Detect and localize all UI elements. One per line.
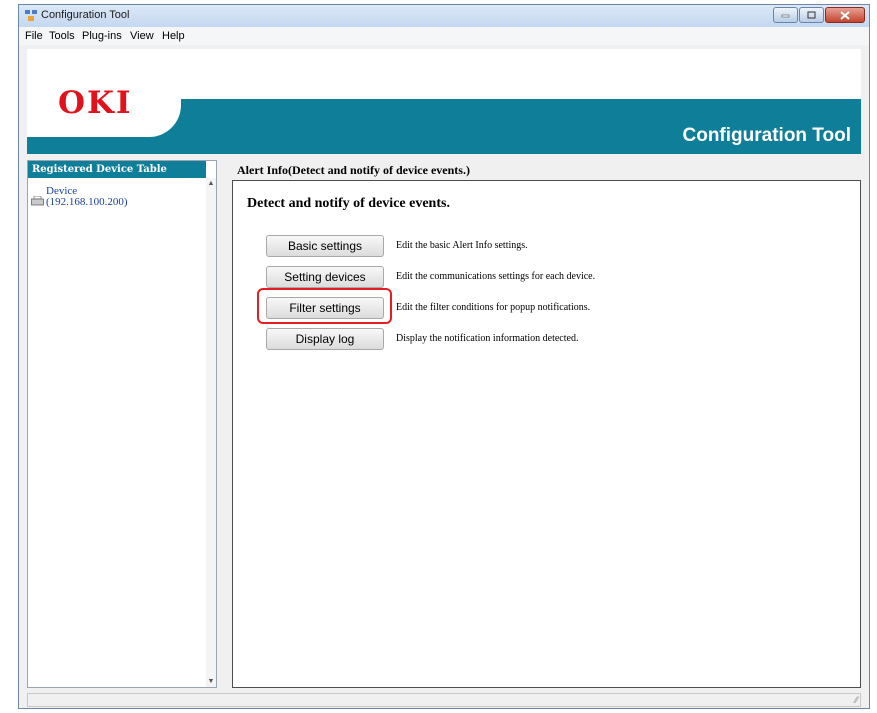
minimize-icon: [781, 14, 790, 18]
window-title: Configuration Tool: [41, 9, 130, 21]
setting-devices-button[interactable]: Setting devices: [266, 266, 384, 288]
minimize-button[interactable]: [773, 7, 798, 23]
panel-heading: Detect and notify of device events.: [247, 196, 450, 211]
device-table-header: Registered Device Table: [28, 161, 206, 178]
alert-info-panel: Detect and notify of device events. Basi…: [232, 180, 861, 688]
content-title: Alert Info(Detect and notify of device e…: [237, 163, 470, 177]
basic-settings-description: Edit the basic Alert Info settings.: [396, 240, 528, 251]
close-button[interactable]: [825, 7, 865, 23]
menu-bar: File Tools Plug-ins View Help: [19, 27, 869, 45]
window-controls: [772, 7, 865, 23]
banner-title: Configuration Tool: [682, 125, 852, 146]
maximize-button[interactable]: [799, 7, 824, 23]
menu-view[interactable]: View: [130, 30, 154, 42]
display-log-button[interactable]: Display log: [266, 328, 384, 350]
registered-device-panel: Registered Device Table Device (192.168.…: [27, 160, 217, 688]
app-icon: [25, 10, 37, 21]
sidebar-scrollbar[interactable]: ▲ ▼: [206, 178, 216, 687]
title-bar[interactable]: Configuration Tool: [19, 5, 869, 28]
basic-settings-button[interactable]: Basic settings: [266, 235, 384, 257]
display-log-description: Display the notification information det…: [396, 333, 579, 344]
printer-icon: [31, 196, 44, 206]
device-ip[interactable]: (192.168.100.200): [46, 197, 128, 208]
filter-settings-description: Edit the filter conditions for popup not…: [396, 302, 591, 313]
menu-tools[interactable]: Tools: [49, 30, 75, 42]
oki-logo: OKI: [58, 85, 133, 121]
app-window: Configuration Tool File Tools Plug-ins V…: [18, 4, 870, 709]
resize-grip-icon[interactable]: ⁄⁄: [855, 695, 858, 705]
scroll-down-icon[interactable]: ▼: [206, 678, 216, 685]
filter-settings-highlight: [257, 288, 392, 324]
close-icon: [840, 10, 850, 20]
menu-file[interactable]: File: [25, 30, 43, 42]
menu-plug-ins[interactable]: Plug-ins: [82, 30, 122, 42]
scroll-up-icon[interactable]: ▲: [206, 180, 216, 187]
header-banner: OKI Configuration Tool: [27, 49, 861, 154]
maximize-icon: [807, 11, 816, 19]
setting-devices-description: Edit the communications settings for eac…: [396, 271, 596, 282]
status-bar: ⁄⁄: [27, 693, 861, 707]
menu-help[interactable]: Help: [162, 30, 185, 42]
